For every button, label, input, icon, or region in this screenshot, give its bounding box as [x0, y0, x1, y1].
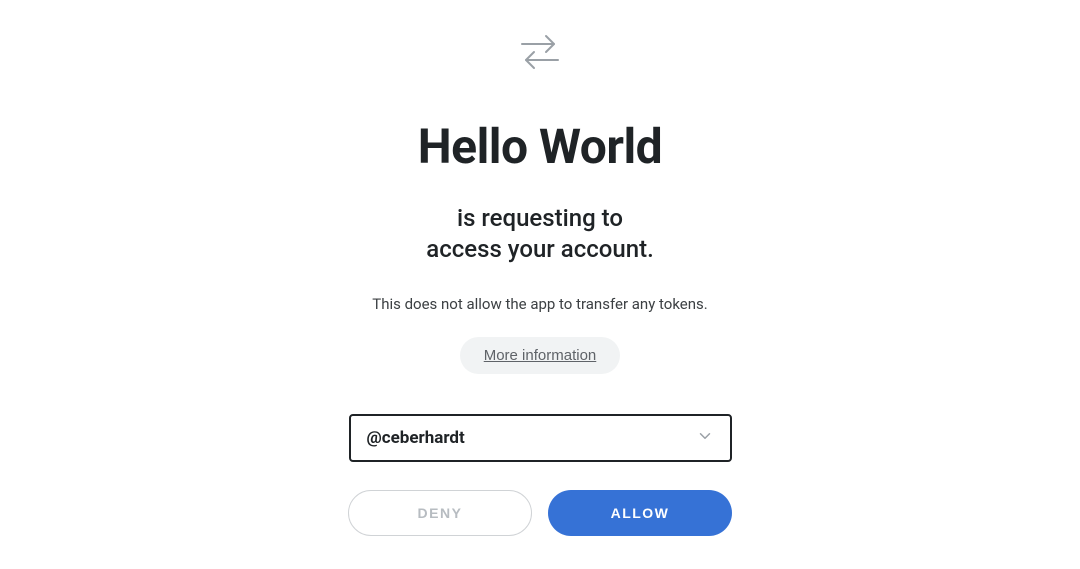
action-buttons: DENY ALLOW [348, 490, 732, 536]
app-name-heading: Hello World [418, 118, 662, 175]
selected-account-label: @ceberhardt [367, 428, 465, 448]
more-information-button[interactable]: More information [460, 337, 621, 374]
authorization-dialog: Hello World is requesting to access your… [0, 28, 1080, 536]
request-line-2: access your account. [426, 234, 653, 265]
allow-button[interactable]: ALLOW [548, 490, 732, 536]
deny-button[interactable]: DENY [348, 490, 532, 536]
chevron-down-icon [696, 427, 714, 449]
permission-note: This does not allow the app to transfer … [372, 295, 707, 313]
transfer-arrows-icon [516, 28, 564, 80]
request-line-1: is requesting to [426, 203, 653, 234]
account-selector[interactable]: @ceberhardt [349, 414, 732, 462]
request-message: is requesting to access your account. [426, 203, 653, 265]
